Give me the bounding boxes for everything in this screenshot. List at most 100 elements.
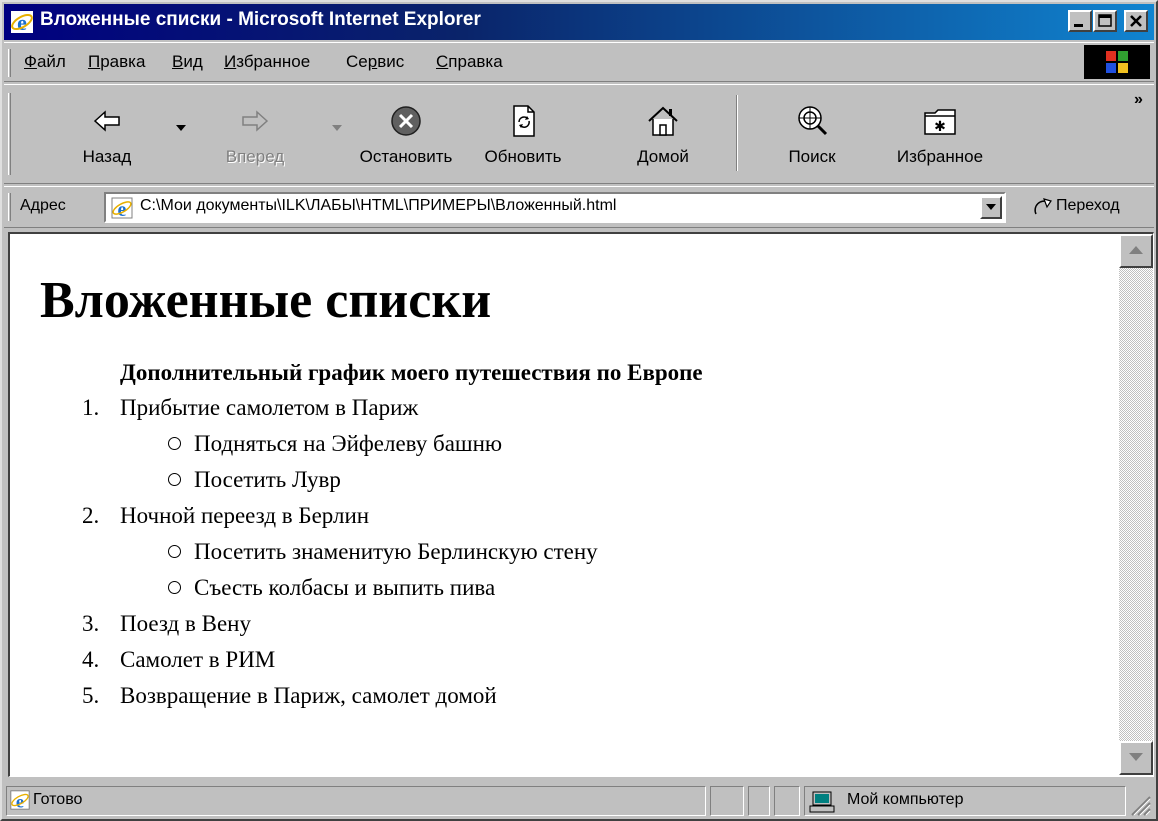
list-item-text: Поезд в Вену — [120, 611, 251, 636]
list-item: 2. Ночной переезд в Берлин — [40, 498, 703, 534]
toolbar-grip[interactable] — [8, 93, 11, 175]
close-button[interactable] — [1124, 10, 1148, 32]
circle-bullet-icon — [168, 545, 181, 558]
menu-edit-label: равка — [100, 52, 146, 71]
back-arrow-icon — [93, 110, 120, 132]
go-button[interactable]: Переход — [1028, 192, 1150, 223]
forward-dropdown-icon[interactable] — [332, 125, 342, 131]
minimize-button[interactable] — [1068, 10, 1092, 32]
page-viewport: Вложенные списки Дополнительный график м… — [8, 232, 1154, 777]
window-title: Вложенные списки - Microsoft Internet Ex… — [40, 9, 481, 30]
maximize-button[interactable] — [1093, 10, 1117, 32]
home-button[interactable]: Домой — [618, 85, 708, 183]
go-label: Переход — [1056, 197, 1120, 214]
menu-help[interactable]: Справка — [436, 52, 503, 72]
back-dropdown-icon[interactable] — [176, 125, 186, 131]
vertical-scrollbar[interactable] — [1119, 234, 1153, 775]
browser-window: e Вложенные списки - Microsoft Internet … — [0, 0, 1158, 821]
stop-button[interactable]: Остановить — [348, 85, 464, 183]
sub-list-item-text: Подняться на Эйфелеву башню — [194, 431, 503, 456]
toolbar-separator — [736, 95, 738, 171]
toolbar-more-chevron[interactable]: » — [1134, 91, 1143, 109]
itinerary-list: 1. Прибытие самолетом в Париж Подняться на… — [40, 390, 703, 714]
maximize-icon — [1098, 14, 1112, 27]
list-item-text: Прибытие самолетом в Париж — [120, 395, 419, 420]
address-bar-grip[interactable] — [8, 193, 11, 221]
sub-list-item-text: Посетить знаменитую Берлинскую стену — [194, 539, 598, 564]
sub-list-item: Посетить знаменитую Берлинскую стену — [40, 534, 703, 570]
minimize-icon — [1074, 24, 1083, 27]
go-arrow-icon — [1034, 198, 1052, 215]
menu-edit-accel: П — [88, 52, 101, 71]
favorites-folder-icon: ✱ — [924, 109, 956, 135]
menu-tools[interactable]: Сервис — [346, 52, 404, 72]
refresh-button[interactable]: Обновить — [468, 85, 578, 183]
address-field[interactable]: e — [104, 192, 1006, 223]
favorites-button[interactable]: ✱ Избранное — [880, 85, 1000, 183]
standard-toolbar: Назад Вперед Остановить Обновить Домой П… — [4, 84, 1154, 184]
back-button[interactable]: Назад — [62, 85, 152, 183]
menu-help-label: правка — [448, 52, 503, 71]
address-input[interactable] — [140, 197, 970, 215]
circle-bullet-icon — [168, 437, 181, 450]
internet-explorer-icon: e — [11, 10, 33, 34]
search-button[interactable]: Поиск — [762, 85, 862, 183]
circle-bullet-icon — [168, 473, 181, 486]
address-dropdown-button[interactable] — [980, 196, 1002, 219]
back-label: Назад — [82, 147, 132, 166]
scroll-down-icon — [1129, 753, 1143, 761]
menu-view[interactable]: Вид — [172, 52, 203, 72]
menu-edit[interactable]: Правка — [88, 52, 145, 72]
sub-list-item-text: Посетить Лувр — [194, 467, 341, 492]
list-item: 3. Поезд в Вену — [40, 606, 703, 642]
refresh-icon — [513, 105, 535, 137]
menu-tools-label: вис — [377, 52, 405, 71]
list-item-number: 1. — [82, 395, 100, 420]
list-caption: Дополнительный график моего путешествия … — [120, 360, 703, 385]
list-item-number: 4. — [82, 647, 100, 672]
status-text: Готово — [33, 791, 83, 808]
forward-button[interactable]: Вперед — [200, 85, 310, 183]
page-heading: Вложенные списки — [40, 272, 492, 329]
menu-help-accel: С — [436, 52, 449, 71]
close-icon — [1130, 15, 1142, 27]
my-computer-icon — [809, 791, 835, 813]
list-item-number: 5. — [82, 683, 100, 708]
home-icon — [648, 106, 678, 136]
menu-tools-accel: р — [367, 52, 378, 71]
status-panel-progress — [710, 786, 744, 816]
list-item-number: 2. — [82, 503, 100, 528]
sub-list-item-text: Съесть колбасы и выпить пива — [194, 575, 496, 600]
resize-grip-icon[interactable] — [1126, 791, 1152, 817]
menu-bar: Файл Правка Вид Избранное Сервис Справка — [4, 42, 1154, 82]
menu-view-accel: В — [172, 52, 184, 71]
list-item: 1. Прибытие самолетом в Париж — [40, 390, 703, 426]
status-bar: e Готово Мой компьютер — [4, 782, 1154, 819]
sub-list-item: Посетить Лувр — [40, 462, 703, 498]
forward-arrow-icon — [242, 110, 269, 132]
sub-list-item: Съесть колбасы и выпить пива — [40, 570, 703, 606]
menu-file-label: айл — [36, 52, 66, 71]
menu-view-label: ид — [183, 52, 203, 71]
status-zone-panel: Мой компьютер — [804, 786, 1126, 816]
forward-label: Вперед — [225, 147, 285, 166]
menu-bar-grip[interactable] — [8, 49, 11, 77]
search-label: Поиск — [788, 147, 836, 166]
title-bar[interactable]: e Вложенные списки - Microsoft Internet … — [4, 4, 1154, 40]
menu-file[interactable]: Файл — [24, 52, 66, 72]
menu-tools-pre: Се — [346, 52, 368, 71]
status-panel-extra — [774, 786, 800, 816]
list-item-text: Ночной переезд в Берлин — [120, 503, 370, 528]
scroll-down-button[interactable] — [1119, 741, 1153, 775]
search-icon — [798, 106, 828, 136]
list-item-text: Самолет в РИМ — [120, 647, 276, 672]
scroll-up-button[interactable] — [1119, 234, 1153, 268]
list-item-text: Возвращение в Париж, самолет домой — [120, 683, 497, 708]
menu-file-accel: Ф — [24, 52, 37, 71]
status-zone-text: Мой компьютер — [847, 791, 964, 808]
menu-favorites[interactable]: Избранное — [224, 52, 310, 72]
menu-favorites-accel: И — [224, 52, 237, 71]
home-label: Домой — [637, 147, 689, 166]
svg-text:✱: ✱ — [934, 119, 946, 135]
list-item: 4. Самолет в РИМ — [40, 642, 703, 678]
